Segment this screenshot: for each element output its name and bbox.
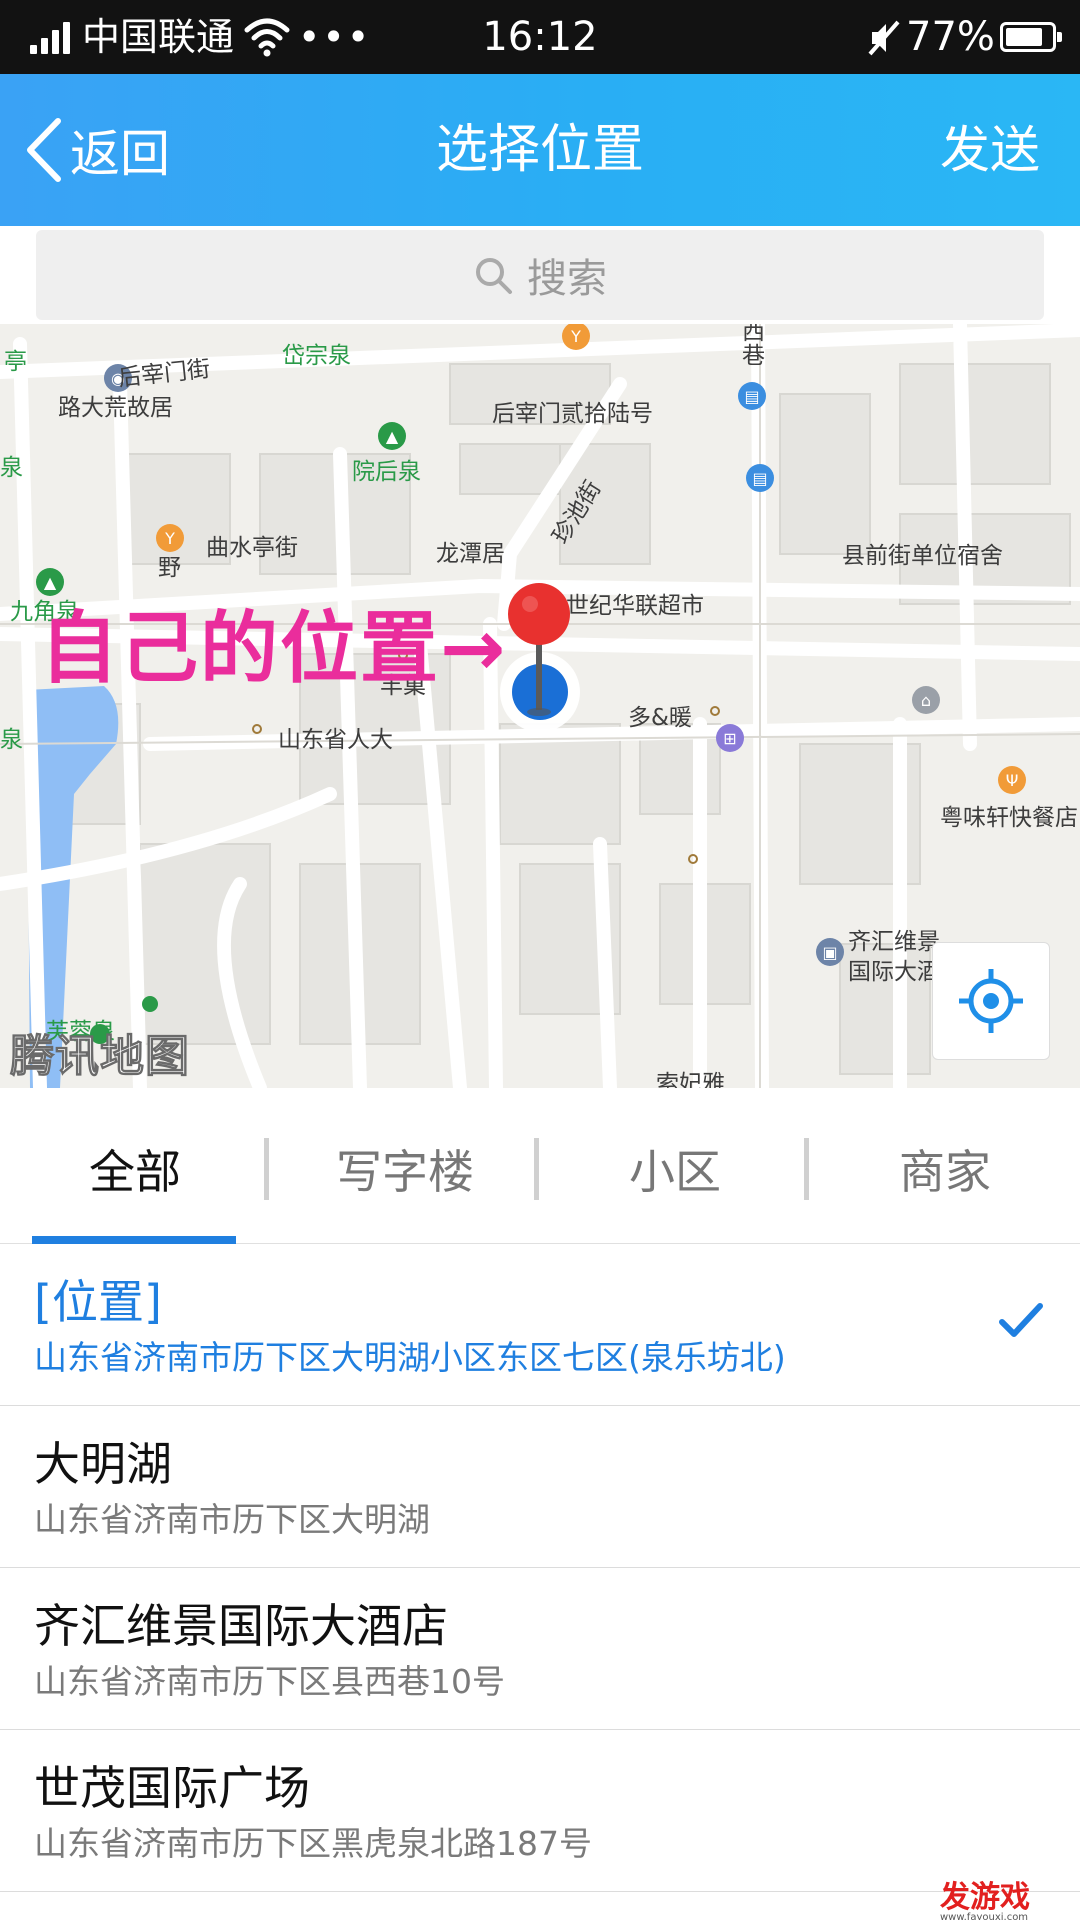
map-view[interactable]: Y ◉ ▤ ▤ ▲ ▲ Y ⌂ ⊞ Ψ ▣ 后宰门街 岱宗泉 亭 泉 西巷 后宰… <box>0 324 1080 1088</box>
tab-divider <box>804 1138 809 1200</box>
map-label: 泉 <box>0 727 23 753</box>
map-label: 路大荒故居 <box>58 395 173 421</box>
place-name: 齐汇维景国际大酒店 <box>34 1599 448 1653</box>
map-label: 粤味轩快餐店 <box>940 805 1078 831</box>
map-pin-icon[interactable] <box>506 582 572 722</box>
map-label: 泉 <box>0 455 23 481</box>
tab-residential[interactable]: 小区 <box>540 1142 810 1202</box>
list-item[interactable]: 齐汇维景国际大酒店 山东省济南市历下区县西巷10号 <box>0 1568 1080 1730</box>
tab-merchants[interactable]: 商家 <box>810 1142 1080 1202</box>
place-address: 山东省济南市历下区黑虎泉北路187号 <box>34 1824 592 1863</box>
site-watermark-logo: 发游戏 www.fayouxi.com <box>940 1880 1030 1920</box>
tab-all[interactable]: 全部 <box>0 1142 270 1202</box>
search-icon <box>476 258 512 294</box>
tab-office[interactable]: 写字楼 <box>270 1142 540 1202</box>
place-address: 山东省济南市历下区大明湖 <box>34 1500 430 1539</box>
map-label: 山东省人大 <box>278 727 393 753</box>
tab-divider <box>534 1138 539 1200</box>
hotel-poi-icon: ▣ <box>816 938 844 966</box>
place-list: [位置] 山东省济南市历下区大明湖小区东区七区(泉乐坊北) 大明湖 山东省济南市… <box>0 1244 1080 1892</box>
annotation-text: 自己的位置→ <box>40 604 508 694</box>
place-name: 大明湖 <box>34 1437 172 1491</box>
map-label: 索妃雅 <box>656 1071 725 1088</box>
home-poi-icon: ⌂ <box>912 686 940 714</box>
status-bar: 中国联通 ••• 16:12 77% <box>0 0 1080 74</box>
checkmark-icon <box>999 1303 1043 1337</box>
poi-dot <box>710 706 720 716</box>
map-label: 世纪华联超市 <box>566 593 704 619</box>
active-tab-indicator <box>32 1236 236 1244</box>
tab-divider <box>264 1138 269 1200</box>
nav-bar: 返回 选择位置 发送 <box>0 74 1080 226</box>
page-title: 选择位置 <box>435 120 644 180</box>
shop-poi-icon: ⊞ <box>716 724 744 752</box>
restaurant-poi-icon: Ψ <box>998 766 1026 794</box>
battery-percent: 77% <box>906 14 995 60</box>
poi-dot <box>688 854 698 864</box>
category-tabs: 全部 写字楼 小区 商家 <box>0 1088 1080 1244</box>
search-input[interactable]: 搜索 <box>36 230 1044 320</box>
map-label: 后宰门贰拾陆号 <box>492 401 653 427</box>
map-label: 县前街单位宿舍 <box>842 543 1003 569</box>
map-label: 亭 <box>4 349 27 375</box>
send-button[interactable]: 发送 <box>940 114 1040 186</box>
park-poi-icon: ▲ <box>378 422 406 450</box>
place-address: 山东省济南市历下区大明湖小区东区七区(泉乐坊北) <box>34 1338 786 1377</box>
mute-icon <box>868 20 900 56</box>
map-label: 院后泉 <box>352 459 421 485</box>
search-bar: 搜索 <box>0 226 1080 324</box>
place-name: 世茂国际广场 <box>34 1761 310 1815</box>
locate-me-button[interactable] <box>932 942 1050 1060</box>
map-label: 龙潭居 <box>436 541 505 567</box>
list-item[interactable]: [位置] 山东省济南市历下区大明湖小区东区七区(泉乐坊北) <box>0 1244 1080 1406</box>
search-placeholder: 搜索 <box>527 256 607 302</box>
list-item[interactable]: 世茂国际广场 山东省济南市历下区黑虎泉北路187号 <box>0 1730 1080 1892</box>
map-watermark: 腾讯地图 <box>10 1031 190 1083</box>
map-label: 曲水亭街 <box>206 535 298 561</box>
crosshair-icon <box>959 969 1023 1033</box>
map-label: 多&暖 <box>628 705 692 731</box>
bus-stop-icon: ▤ <box>746 464 774 492</box>
list-item[interactable]: 大明湖 山东省济南市历下区大明湖 <box>0 1406 1080 1568</box>
map-label: 野 <box>158 555 181 581</box>
place-address: 山东省济南市历下区县西巷10号 <box>34 1662 505 1701</box>
map-label: 岱宗泉 <box>282 343 351 369</box>
poi-dot <box>252 724 262 734</box>
battery-icon <box>1000 22 1062 52</box>
map-label: 西巷 <box>742 324 765 369</box>
map-label: 齐汇维景 <box>848 929 940 955</box>
place-name: [位置] <box>34 1275 162 1329</box>
bus-stop-icon: ▤ <box>738 382 766 410</box>
